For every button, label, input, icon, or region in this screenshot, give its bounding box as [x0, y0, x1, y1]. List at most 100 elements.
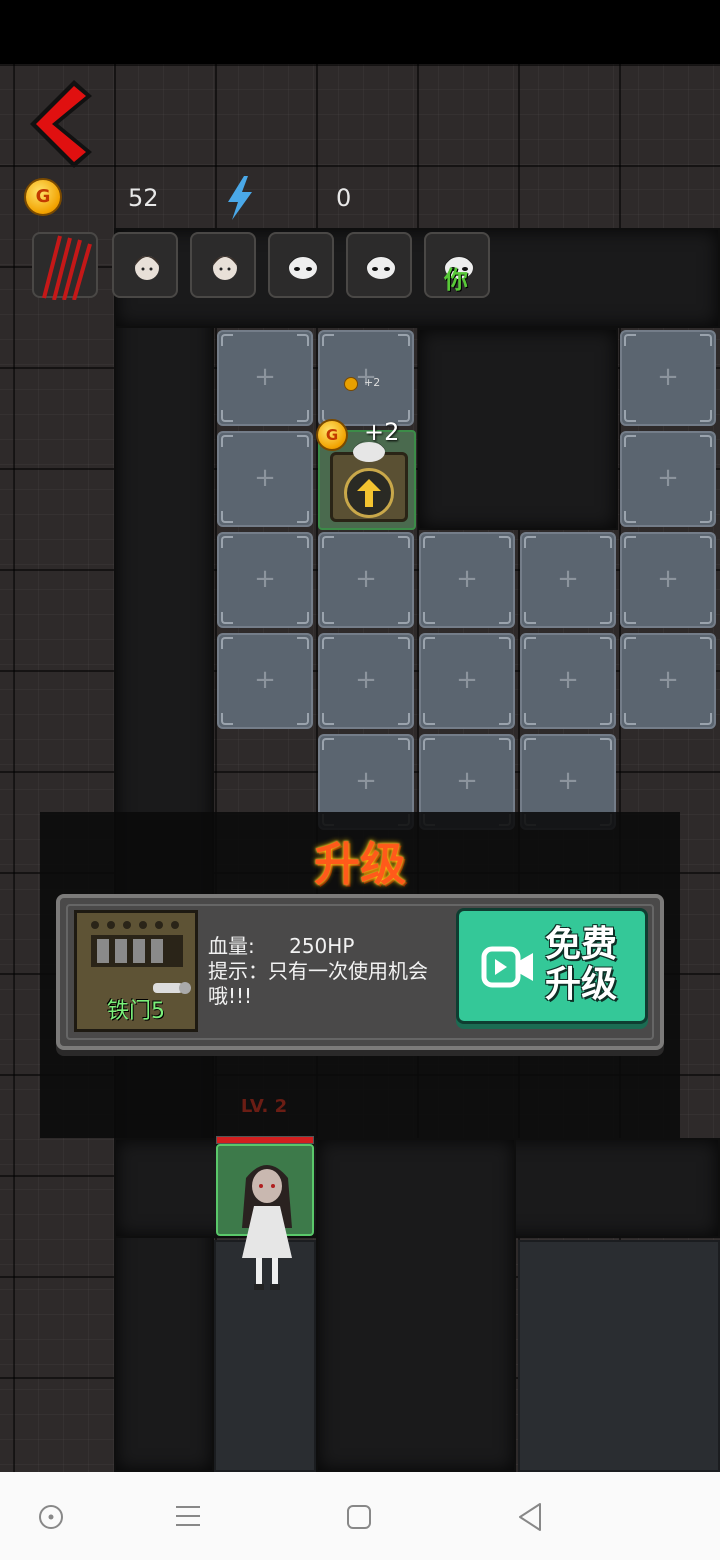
tile-corner — [423, 713, 435, 725]
tile-corner — [221, 334, 233, 346]
character-slot-ghost-1[interactable] — [268, 232, 334, 298]
tile-corner — [322, 637, 334, 649]
dark-room-right — [418, 328, 618, 530]
tile-corner — [624, 713, 636, 725]
tile-corner — [221, 536, 233, 548]
reward-text: +2 — [364, 418, 400, 446]
player-hp-bar — [216, 1136, 314, 1144]
tile-corner — [398, 536, 410, 548]
plus-icon: + — [254, 665, 276, 695]
plus-icon: + — [456, 665, 478, 695]
status-bar — [0, 0, 720, 64]
home-square-icon[interactable] — [346, 1504, 372, 1530]
placement-tile[interactable]: + — [217, 633, 313, 729]
player-girl-character[interactable] — [232, 1158, 302, 1298]
tile-corner — [524, 713, 536, 725]
tile-corner — [297, 536, 309, 548]
tile-corner — [700, 511, 712, 523]
claw-icon — [42, 235, 92, 300]
popup-title: 升级 — [314, 837, 406, 891]
character-slot-ghost-you[interactable]: 你 — [424, 232, 490, 298]
tile-corner — [624, 612, 636, 624]
tile-corner — [221, 435, 233, 447]
back-arrow-icon[interactable] — [26, 78, 96, 168]
placement-tile[interactable]: + — [520, 633, 616, 729]
tile-corner — [398, 410, 410, 422]
tile-corner — [600, 738, 612, 750]
free-upgrade-button[interactable]: 免费 升级 — [456, 908, 648, 1024]
tile-corner — [221, 637, 233, 649]
reward-coin-icon: G — [316, 419, 348, 451]
floor-tiles-bottom-right — [518, 1240, 720, 1472]
small-reward-text: +2 — [364, 376, 381, 389]
placement-tile[interactable]: + — [620, 532, 716, 628]
game-board: + + + + + + + + + + + + + + + + + + G 52 0 — [0, 64, 720, 1472]
tile-corner — [499, 713, 511, 725]
upgrade-panel: 铁门5 血量: 250HP 提示：只有一次使用机会哦!!! 免费 升级 — [56, 894, 664, 1050]
placement-tile[interactable]: + — [620, 330, 716, 426]
placement-tile[interactable]: + — [419, 633, 515, 729]
upgrade-arrow-icon[interactable] — [344, 468, 394, 518]
girl-face-icon — [213, 256, 237, 280]
tile-corner — [322, 713, 334, 725]
video-camera-icon — [481, 946, 533, 988]
placement-tile[interactable]: + — [620, 431, 716, 527]
assistant-circle-icon[interactable] — [38, 1504, 64, 1530]
plus-icon: + — [254, 463, 276, 493]
hp-line: 血量: 250HP — [208, 934, 444, 959]
tile-corner — [499, 738, 511, 750]
coin-icon: G — [24, 178, 62, 216]
tile-corner — [624, 637, 636, 649]
menu-icon[interactable] — [174, 1504, 202, 1528]
plus-icon: + — [355, 766, 377, 796]
tile-corner — [700, 637, 712, 649]
placement-tile[interactable]: + — [318, 633, 414, 729]
ghost-face-icon — [287, 256, 319, 279]
tile-corner — [700, 612, 712, 624]
player-hp-fill — [217, 1137, 313, 1143]
lightning-icon — [228, 176, 252, 220]
tile-corner — [297, 410, 309, 422]
placement-tile[interactable]: + — [318, 532, 414, 628]
character-slot-ghost-2[interactable] — [346, 232, 412, 298]
placement-tile[interactable]: + — [217, 532, 313, 628]
back-triangle-icon[interactable] — [516, 1502, 544, 1532]
girl-face-icon — [135, 256, 159, 280]
tile-corner — [398, 612, 410, 624]
tile-corner — [398, 637, 410, 649]
tile-corner — [322, 536, 334, 548]
claw-slot[interactable] — [32, 232, 98, 300]
tile-corner — [700, 435, 712, 447]
plus-icon: + — [557, 766, 579, 796]
plus-icon: + — [456, 766, 478, 796]
placement-tile[interactable]: + — [620, 633, 716, 729]
character-slot-girl-2[interactable] — [190, 232, 256, 298]
placement-tile[interactable]: + — [419, 532, 515, 628]
hp-value: 250HP — [289, 934, 355, 958]
tile-corner — [322, 334, 334, 346]
coin-count: 52 — [128, 184, 159, 212]
placement-tile[interactable]: + — [520, 532, 616, 628]
plus-icon: + — [657, 564, 679, 594]
tile-corner — [600, 713, 612, 725]
tile-corner — [524, 738, 536, 750]
tile-corner — [624, 511, 636, 523]
plus-icon: + — [557, 665, 579, 695]
placement-tile[interactable]: + — [217, 431, 313, 527]
tile-corner — [322, 738, 334, 750]
placement-tile[interactable]: + — [217, 330, 313, 426]
character-slot-girl-1[interactable] — [112, 232, 178, 298]
plus-icon: + — [657, 463, 679, 493]
hp-label: 血量: — [208, 934, 255, 958]
item-info: 血量: 250HP 提示：只有一次使用机会哦!!! — [208, 934, 444, 1009]
tile-corner — [700, 536, 712, 548]
tile-corner — [297, 637, 309, 649]
plus-icon: + — [657, 665, 679, 695]
tile-corner — [221, 713, 233, 725]
free-upgrade-line2: 升级 — [545, 964, 618, 1005]
player-level: LV. 2 — [240, 1096, 288, 1117]
plus-icon: + — [557, 564, 579, 594]
tile-corner — [700, 334, 712, 346]
tile-corner — [600, 637, 612, 649]
tile-corner — [600, 536, 612, 548]
